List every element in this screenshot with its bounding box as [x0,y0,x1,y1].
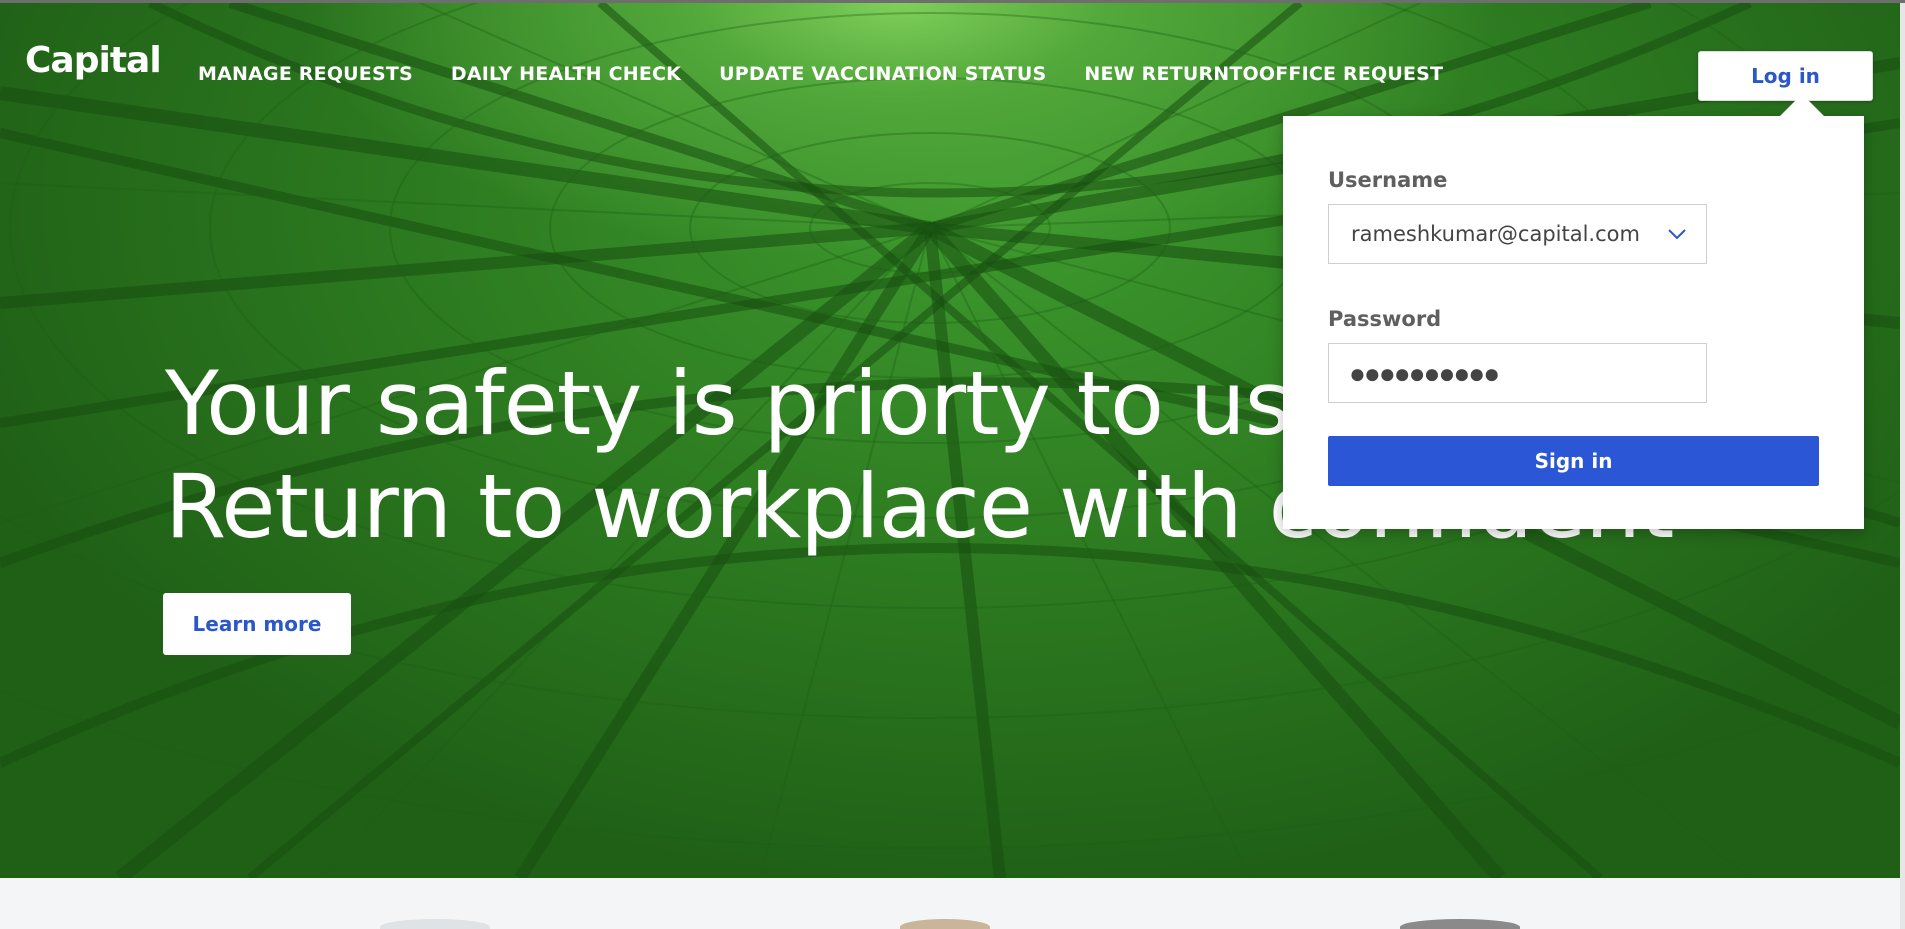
page-scrollbar[interactable] [1900,3,1905,929]
learn-more-button[interactable]: Learn more [163,593,351,655]
sign-in-button[interactable]: Sign in [1328,436,1819,486]
page: Capital MANAGE REQUESTS DAILY HEALTH CHE… [0,0,1905,929]
capital-logo[interactable]: Capital [25,40,162,81]
card-image-1 [380,919,490,929]
username-label: Username [1328,168,1448,192]
nav-new-returntooffice-request[interactable]: NEW RETURNTOOFFICE REQUEST [1084,63,1443,85]
main-navigation: MANAGE REQUESTS DAILY HEALTH CHECK UPDAT… [198,63,1481,85]
chevron-down-icon [1668,229,1686,240]
nav-update-vaccination-status[interactable]: UPDATE VACCINATION STATUS [719,63,1046,85]
password-masked-value: ●●●●●●●●●● [1349,358,1500,389]
login-popup: Username rameshkumar@capital.com Passwor… [1283,116,1864,529]
password-label: Password [1328,307,1442,331]
hero-headline-line-1: Your safety is priorty to us, [165,352,1318,455]
nav-manage-requests[interactable]: MANAGE REQUESTS [198,63,413,85]
username-select[interactable]: rameshkumar@capital.com [1328,204,1707,264]
card-image-2 [900,919,990,929]
window-top-border [0,0,1905,3]
username-value: rameshkumar@capital.com [1351,222,1640,246]
card-image-3 [1400,919,1520,929]
password-field[interactable]: ●●●●●●●●●● [1328,343,1707,403]
nav-daily-health-check[interactable]: DAILY HEALTH CHECK [451,63,681,85]
login-popup-arrow [1778,94,1826,118]
